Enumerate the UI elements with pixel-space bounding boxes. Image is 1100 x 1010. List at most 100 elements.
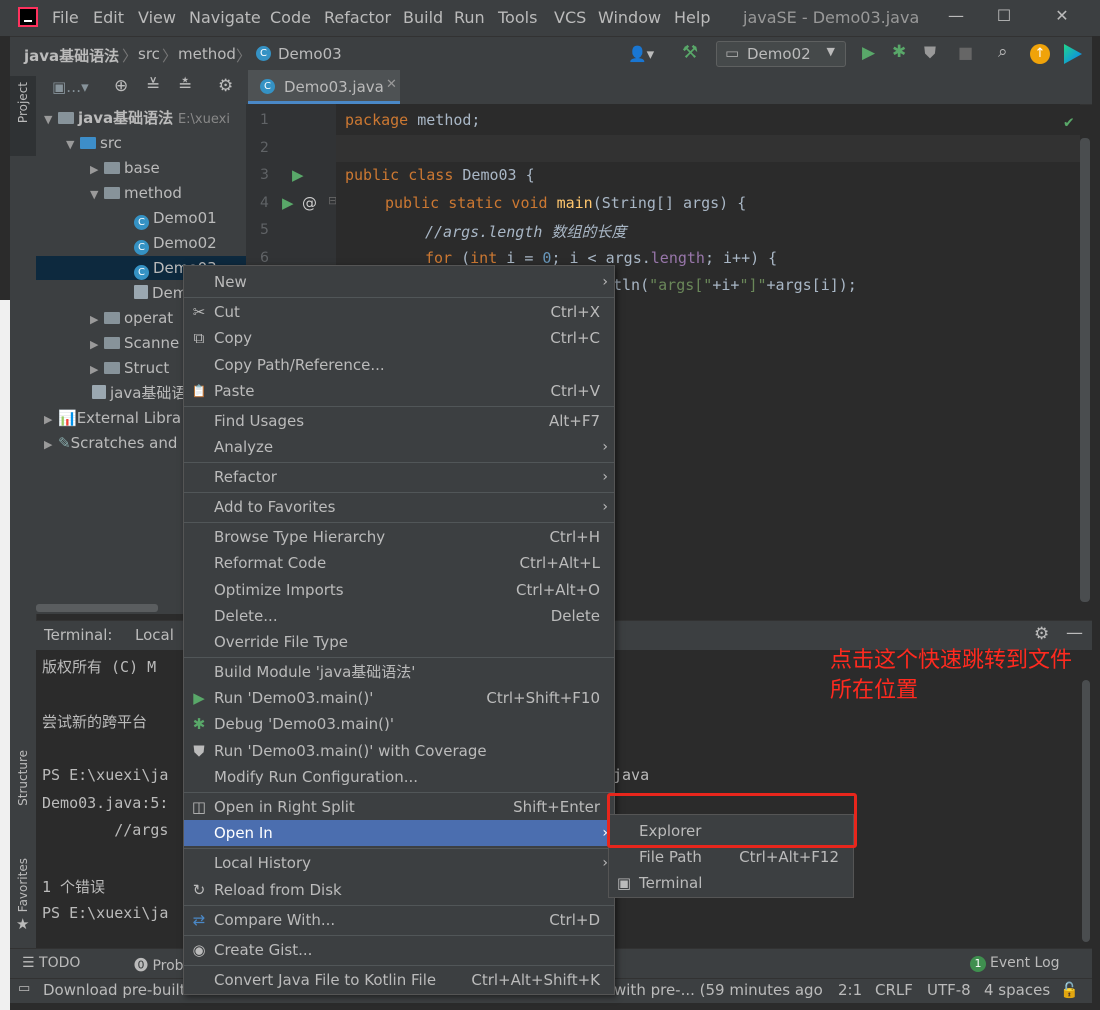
status-message[interactable]: Download pre-built [43,981,186,999]
status-icon: ▭ [18,981,31,996]
menu-item-optimize-imports[interactable]: Optimize Imports Ctrl+Alt+O [184,577,614,603]
scratches-icon: ✎ [58,434,71,452]
todo-tool-button[interactable]: ☰ TODO [22,955,80,971]
favorites-tool-button[interactable]: Favorites [16,858,30,912]
coverage-icon[interactable]: ⛊ [924,43,936,63]
tree-row-src[interactable]: ▼ src [66,131,122,155]
maximize-button[interactable]: ☐ [984,6,1024,30]
menu-item-cut[interactable]: ✂ Cut Ctrl+X [184,299,614,325]
menu-edit[interactable]: Edit [93,8,124,27]
file-encoding[interactable]: UTF-8 [927,981,971,999]
terminal-tab-local[interactable]: Local [135,626,174,644]
menu-help[interactable]: Help [674,8,710,27]
run-icon[interactable]: ▶ [862,43,875,63]
search-icon[interactable]: ⌕ [998,42,1008,62]
menu-item-new[interactable]: New › [184,269,614,295]
tree-row-base[interactable]: ▶ base [90,156,160,180]
breadcrumb-method[interactable]: method [178,45,236,63]
breadcrumb-src[interactable]: src [138,45,160,63]
menu-item-run-with-coverage[interactable]: ⛊ Run 'Demo03.main()' with Coverage [184,738,614,764]
menu-item-modify-run-config[interactable]: Modify Run Configuration... [184,764,614,790]
status-message-tail[interactable]: with pre-... (59 minutes ago [614,981,823,999]
menu-item-refactor[interactable]: Refactor › [184,464,614,490]
plugin-icon[interactable] [1064,44,1082,64]
menu-file[interactable]: File [52,8,79,27]
menu-navigate[interactable]: Navigate [189,8,261,27]
menu-item-browse-type-hierarchy[interactable]: Browse Type Hierarchy Ctrl+H [184,524,614,550]
structure-tool-button[interactable]: Structure [16,750,30,806]
menu-view[interactable]: View [138,8,176,27]
menu-item-find-usages[interactable]: Find Usages Alt+F7 [184,408,614,434]
minimize-panel-icon[interactable]: — [1066,623,1083,643]
run-config-dropdown[interactable]: ▭ Demo02 ▼ [716,41,846,67]
close-button[interactable]: ✕ [1042,6,1082,30]
line-separator[interactable]: CRLF [875,981,913,999]
line-number: 3 [260,167,269,183]
menu-run[interactable]: Run [454,8,485,27]
problems-tool-button[interactable]: ⓿ Prob [134,955,184,975]
stop-icon[interactable]: ■ [958,43,973,62]
tree-row-demo01[interactable]: C Demo01 [134,206,217,230]
tree-row-root[interactable]: ▼ java基础语法 E:\xuexi [44,106,254,130]
menu-vcs[interactable]: VCS [554,8,586,27]
menu-item-create-gist[interactable]: ◉ Create Gist... [184,937,614,963]
tree-row-external-libraries[interactable]: ▶ 📊External Libra [44,406,181,430]
menu-item-open-in-right-split[interactable]: ◫ Open in Right Split Shift+Enter [184,794,614,820]
gear-icon[interactable]: ⚙ [218,76,233,96]
tree-row-scratches[interactable]: ▶ ✎Scratches and [44,431,177,455]
event-log-button[interactable]: Event Log [990,955,1060,971]
menu-item-override-file-type[interactable]: Override File Type [184,629,614,655]
project-tool-button[interactable]: Project [16,82,30,123]
menu-tools[interactable]: Tools [498,8,537,27]
indent-setting[interactable]: 4 spaces [984,981,1050,999]
debug-bug-icon[interactable]: ✱ [892,42,906,62]
breadcrumb-file[interactable]: Demo03 [278,45,342,63]
editor-tab[interactable]: C Demo03.java ✕ [248,70,400,104]
user-icon[interactable]: 👤▾ [628,45,654,63]
menu-item-add-to-favorites[interactable]: Add to Favorites › [184,494,614,520]
update-icon[interactable]: ↑ [1030,44,1050,64]
terminal-scrollbar[interactable] [1082,680,1090,942]
menu-item-open-in[interactable]: Open In › [184,820,614,846]
submenu-item-terminal[interactable]: ▣ Terminal [609,870,853,896]
tree-row-operator[interactable]: ▶ operat [90,306,173,330]
close-tab-icon[interactable]: ✕ [386,77,397,92]
view-mode-icon[interactable]: ▣…▾ [52,78,89,96]
tree-row-method[interactable]: ▼ method [90,181,182,205]
menu-build[interactable]: Build [403,8,443,27]
menu-item-build-module[interactable]: Build Module 'java基础语法' [184,659,614,685]
lock-icon[interactable]: 🔓 [1060,981,1079,999]
tree-row-demo02[interactable]: C Demo02 [134,231,217,255]
menu-item-analyze[interactable]: Analyze › [184,434,614,460]
tree-row-dem[interactable]: Dem [134,281,187,305]
menu-item-paste[interactable]: 📋 Paste Ctrl+V [184,378,614,404]
collapse-all-icon[interactable]: ≛ [178,76,192,96]
tree-row-iml[interactable]: java基础语 [92,381,186,405]
menu-refactor[interactable]: Refactor [324,8,391,27]
menu-item-local-history[interactable]: Local History › [184,850,614,876]
run-gutter-icon[interactable]: ▶ [282,194,294,212]
gear-icon[interactable]: ⚙ [1034,624,1049,644]
run-gutter-icon[interactable]: ▶ [292,166,304,184]
minimize-button[interactable]: — [936,6,976,30]
tree-row-struct[interactable]: ▶ Struct [90,356,169,380]
caret-position[interactable]: 2:1 [838,981,862,999]
menu-item-reload-from-disk[interactable]: ↻ Reload from Disk [184,877,614,903]
locate-target-icon[interactable]: ⊕ [114,76,128,96]
menu-item-compare-with[interactable]: ⇄ Compare With... Ctrl+D [184,907,614,933]
menu-window[interactable]: Window [598,8,661,27]
menu-item-copy-path[interactable]: Copy Path/Reference... [184,352,614,378]
menu-item-run[interactable]: ▶ Run 'Demo03.main()' Ctrl+Shift+F10 [184,685,614,711]
horizontal-scrollbar[interactable] [36,604,158,612]
expand-all-icon[interactable]: ≚ [146,76,160,96]
breadcrumb-project[interactable]: java基础语法 [24,45,119,66]
menu-item-convert-to-kotlin[interactable]: Convert Java File to Kotlin File Ctrl+Alt… [184,967,614,993]
menu-item-debug[interactable]: ✱ Debug 'Demo03.main()' [184,711,614,737]
vertical-scrollbar[interactable] [1080,138,1090,602]
build-hammer-icon[interactable]: ⚒ [682,42,698,63]
tree-row-scanner[interactable]: ▶ Scanne [90,331,179,355]
menu-item-copy[interactable]: ⧉ Copy Ctrl+C [184,325,614,351]
menu-code[interactable]: Code [270,8,311,27]
menu-item-reformat-code[interactable]: Reformat Code Ctrl+Alt+L [184,550,614,576]
menu-item-delete[interactable]: Delete... Delete [184,603,614,629]
